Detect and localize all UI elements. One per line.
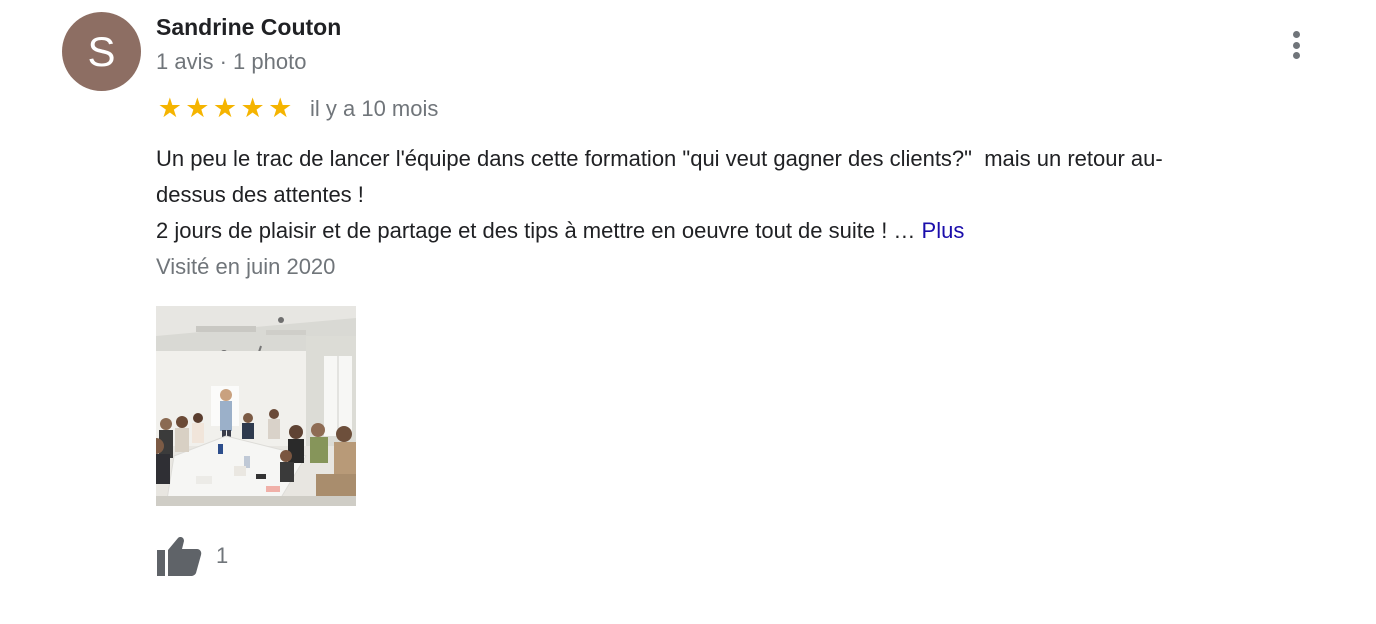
review-photo[interactable] bbox=[156, 306, 356, 506]
more-vert-icon-dot bbox=[1292, 41, 1300, 49]
rating-row: ★ ★ ★ ★ ★ il y a 10 mois bbox=[156, 92, 439, 126]
star-icon: ★ bbox=[185, 93, 210, 124]
star-icon: ★ bbox=[268, 93, 293, 124]
like-count: 1 bbox=[216, 543, 229, 568]
star-rating: ★ ★ ★ ★ ★ bbox=[156, 95, 294, 123]
review-date: il y a 10 mois bbox=[310, 96, 439, 121]
thumb-up-icon bbox=[157, 537, 202, 576]
review-text-line-3: 2 jours de plaisir et de partage et des … bbox=[156, 213, 1356, 249]
more-link[interactable]: Plus bbox=[922, 218, 965, 243]
reviewer-name[interactable]: Sandrine Couton bbox=[156, 12, 341, 42]
reviewer-meta: 1 avis · 1 photo bbox=[156, 49, 307, 74]
like-button[interactable] bbox=[156, 534, 204, 578]
photo-illustration bbox=[156, 306, 356, 506]
star-icon: ★ bbox=[212, 93, 238, 124]
more-vert-icon-dot bbox=[1292, 52, 1300, 59]
review-text-line: dessus des attentes ! bbox=[156, 182, 364, 207]
more-vert-icon bbox=[1292, 31, 1300, 38]
like-row: 1 bbox=[156, 534, 228, 578]
review-text-line-content: 2 jours de plaisir et de partage et des … bbox=[156, 218, 922, 243]
star-icon: ★ bbox=[240, 93, 265, 124]
review-card: S Sandrine Couton 1 avis · 1 photo ★ ★ ★… bbox=[0, 0, 1376, 624]
review-text: Un peu le trac de lancer l'équipe dans c… bbox=[156, 141, 1356, 249]
avatar[interactable]: S bbox=[62, 12, 141, 91]
visit-date: Visité en juin 2020 bbox=[156, 254, 336, 279]
review-text-line: Un peu le trac de lancer l'équipe dans c… bbox=[156, 146, 1163, 171]
avatar-initial: S bbox=[87, 28, 116, 75]
more-options-button[interactable] bbox=[1280, 28, 1312, 62]
star-icon: ★ bbox=[157, 93, 182, 124]
